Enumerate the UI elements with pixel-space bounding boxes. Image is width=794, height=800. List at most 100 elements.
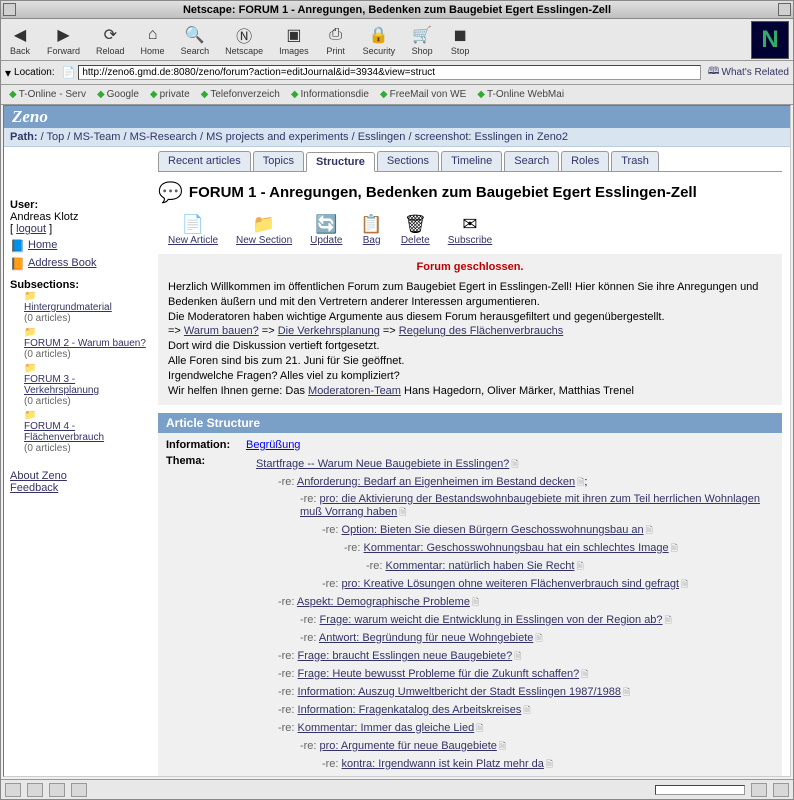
url-input[interactable]: [78, 65, 700, 80]
print-button[interactable]: ⎙Print: [321, 22, 351, 58]
tree-node: -re: Information: Fragenkatalog des Arbe…: [278, 703, 774, 719]
tree-node: -re: Kommentar: Geschosswohnungsbau hat …: [344, 541, 774, 575]
back-button[interactable]: ◀Back: [5, 22, 35, 58]
lock-icon: 🔒: [368, 24, 390, 46]
subsection-link[interactable]: FORUM 4 - Flächenverbrauch: [24, 421, 148, 443]
moderators-link[interactable]: Moderatoren-Team: [308, 385, 401, 397]
status-icon: [5, 783, 21, 797]
tree-link[interactable]: Startfrage -- Warum Neue Baugebiete in E…: [256, 458, 509, 470]
bookmark-item[interactable]: ◆T-Online - Serv: [5, 89, 90, 100]
sidebar-home-link[interactable]: Home: [28, 239, 57, 251]
close-window-button[interactable]: [3, 3, 16, 16]
subsection-link[interactable]: Hintergrundmaterial: [24, 302, 148, 313]
logout-link[interactable]: logout: [16, 223, 46, 235]
breadcrumb-link[interactable]: MS-Team: [73, 131, 120, 143]
tab-roles[interactable]: Roles: [561, 151, 609, 171]
tree-link[interactable]: Frage: warum weicht die Entwicklung in E…: [320, 614, 663, 626]
tree-link[interactable]: Kommentar: Immer das gleiche Lied: [298, 722, 475, 734]
bookmark-icon: ◆: [291, 89, 299, 100]
subsection-link[interactable]: FORUM 3 - Verkehrsplanung: [24, 374, 148, 396]
action-new-article[interactable]: 📄New Article: [168, 213, 218, 246]
tree-link[interactable]: Information: Auszug Umweltbericht der St…: [298, 686, 621, 698]
breadcrumb-link[interactable]: Esslingen: [358, 131, 406, 143]
search-button[interactable]: 🔍Search: [177, 22, 214, 58]
tree-link[interactable]: kontra: Kein Mitspracherecht z."Neuen Ba…: [364, 776, 716, 777]
page-content: Zeno Path: / Top / MS-Team / MS-Research…: [3, 105, 791, 777]
tree-link[interactable]: kontra: Irgendwann ist kein Platz mehr d…: [342, 758, 544, 770]
bookmark-item[interactable]: ◆private: [146, 89, 194, 100]
bookmark-dropdown-icon[interactable]: ▾: [5, 66, 11, 80]
maximize-window-button[interactable]: [778, 3, 791, 16]
tree-link[interactable]: Kommentar: Geschosswohnungsbau hat ein s…: [364, 542, 669, 554]
address-bar: ▾ Location: 📄 🕮What's Related: [1, 61, 793, 85]
action-icon: 📄: [168, 213, 218, 235]
shop-button[interactable]: 🛒Shop: [407, 22, 437, 58]
tab-sections[interactable]: Sections: [377, 151, 439, 171]
bookmark-item[interactable]: ◆T-Online WebMai: [473, 89, 568, 100]
tab-recent-articles[interactable]: Recent articles: [158, 151, 251, 171]
tree-link[interactable]: Anforderung: Bedarf an Eigenheimen im Be…: [297, 476, 575, 488]
tree-link[interactable]: Option: Bieten Sie diesen Bürgern Gescho…: [342, 524, 644, 536]
tree-link[interactable]: Antwort: Begründung für neue Wohngebiete: [319, 632, 533, 644]
images-button[interactable]: ▣Images: [275, 22, 313, 58]
feedback-link[interactable]: Feedback: [10, 482, 58, 494]
bookmark-item[interactable]: ◆Google: [93, 89, 143, 100]
tab-topics[interactable]: Topics: [253, 151, 304, 171]
tree-node: -re: Frage: Heute bewusst Probleme für d…: [278, 667, 774, 683]
nav-toolbar: ◀Back ▶Forward ⟳Reload ⌂Home 🔍Search ⓃNe…: [1, 19, 793, 61]
action-update[interactable]: 🔄Update: [310, 213, 342, 246]
main-column: Recent articlesTopicsStructureSectionsTi…: [154, 147, 790, 777]
netscape-button[interactable]: ⓃNetscape: [221, 22, 267, 58]
stop-button[interactable]: ◼Stop: [445, 22, 475, 58]
action-new-section[interactable]: 📁New Section: [236, 213, 292, 246]
tab-search[interactable]: Search: [504, 151, 559, 171]
forum-icon: 💬: [158, 180, 183, 205]
tree-node: -re: Anforderung: Bedarf an Eigenheimen …: [278, 475, 774, 593]
link-warum-bauen[interactable]: Warum bauen?: [184, 325, 259, 337]
user-label: User:: [10, 199, 148, 211]
bookmark-item[interactable]: ◆Telefonverzeich: [197, 89, 284, 100]
sidebar-address-book-link[interactable]: Address Book: [28, 257, 96, 269]
breadcrumb-link[interactable]: MS projects and experiments: [206, 131, 348, 143]
breadcrumb-link[interactable]: screenshot: Esslingen in Zeno2: [415, 131, 568, 143]
breadcrumb: Path: / Top / MS-Team / MS-Research / MS…: [4, 128, 790, 147]
print-icon: ⎙: [325, 24, 347, 46]
forum-closed-notice: Forum geschlossen.: [168, 260, 772, 275]
tab-timeline[interactable]: Timeline: [441, 151, 502, 171]
action-delete[interactable]: 🗑Delete: [401, 213, 430, 246]
tree-link[interactable]: pro: Kreative Lösungen ohne weiteren Flä…: [342, 578, 680, 590]
subsection-item: 📁 FORUM 4 - Flächenverbrauch(0 articles): [24, 410, 148, 454]
doc-icon: 🗎: [681, 579, 688, 589]
security-button[interactable]: 🔒Security: [359, 22, 400, 58]
link-verkehrsplanung[interactable]: Die Verkehrsplanung: [278, 325, 380, 337]
link-flaechenverbrauch[interactable]: Regelung des Flächenverbrauchs: [399, 325, 564, 337]
tree-link[interactable]: pro: Argumente für neue Baugebiete: [320, 740, 497, 752]
bookmark-item[interactable]: ◆FreeMail von WE: [376, 89, 470, 100]
tree-link[interactable]: Frage: braucht Esslingen neue Baugebiete…: [298, 650, 513, 662]
tab-trash[interactable]: Trash: [611, 151, 659, 171]
tree-link[interactable]: Kommentar: natürlich haben Sie Recht: [386, 560, 575, 572]
bookmark-icon: ◆: [150, 89, 158, 100]
tree-link[interactable]: Aspekt: Demographische Probleme: [297, 596, 470, 608]
whats-related-button[interactable]: 🕮What's Related: [708, 64, 789, 81]
action-bag[interactable]: 📋Bag: [360, 213, 382, 246]
info-link[interactable]: Begrüßung: [246, 439, 300, 451]
about-zeno-link[interactable]: About Zeno: [10, 470, 67, 482]
zeno-brand: Zeno: [4, 106, 790, 128]
breadcrumb-link[interactable]: Top: [46, 131, 64, 143]
tree-link[interactable]: Frage: Heute bewusst Probleme für die Zu…: [298, 668, 580, 680]
reload-button[interactable]: ⟳Reload: [92, 22, 129, 58]
home-button[interactable]: ⌂Home: [137, 22, 169, 58]
tab-structure[interactable]: Structure: [306, 152, 375, 172]
tree-link[interactable]: Information: Fragenkatalog des Arbeitskr…: [298, 704, 522, 716]
action-subscribe[interactable]: ✉Subscribe: [448, 213, 492, 246]
action-icon: ✉: [448, 213, 492, 235]
search-icon: 🔍: [184, 24, 206, 46]
forward-button[interactable]: ▶Forward: [43, 22, 84, 58]
tree-link[interactable]: pro: die Aktivierung der Bestandswohnbau…: [300, 493, 760, 518]
location-label: Location:: [14, 67, 55, 78]
sidebar: User: Andreas Klotz [ logout ] 📘Home 📙Ad…: [4, 147, 154, 777]
breadcrumb-link[interactable]: MS-Research: [130, 131, 197, 143]
subsection-link[interactable]: FORUM 2 - Warum bauen?: [24, 338, 148, 349]
bookmark-item[interactable]: ◆Informationsdie: [287, 89, 373, 100]
